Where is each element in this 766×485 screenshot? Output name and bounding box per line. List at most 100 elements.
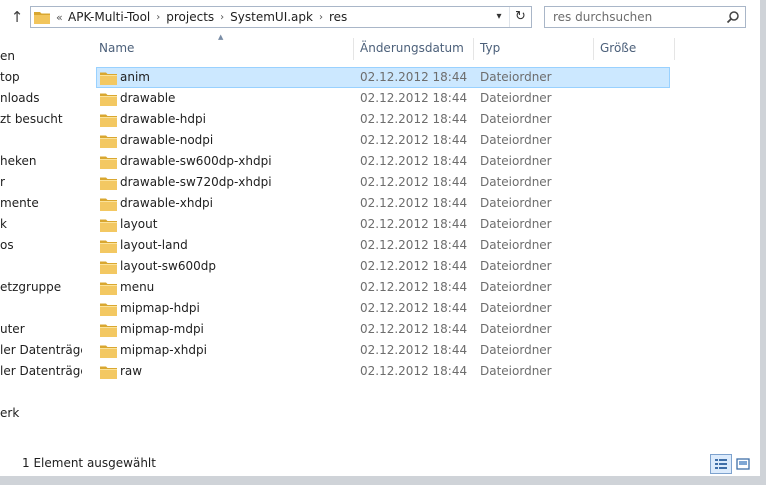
file-type: Dateiordner xyxy=(480,364,552,378)
file-date: 02.12.2012 18:44 xyxy=(360,154,468,168)
folder-icon xyxy=(100,239,117,253)
nav-item-local-disk-2[interactable]: ler Datenträger xyxy=(0,361,82,381)
chevron-down-icon[interactable]: ▾ xyxy=(489,7,509,27)
file-date: 02.12.2012 18:44 xyxy=(360,217,468,231)
search-input[interactable] xyxy=(545,7,723,27)
file-type: Dateiordner xyxy=(480,259,552,273)
file-row[interactable]: drawable-hdpi 02.12.2012 18:44 Dateiordner xyxy=(96,109,670,130)
file-row[interactable]: mipmap-mdpi 02.12.2012 18:44 Dateiordner xyxy=(96,319,670,340)
file-date: 02.12.2012 18:44 xyxy=(360,196,468,210)
overflow-chevron-icon[interactable]: « xyxy=(56,11,68,24)
folder-icon xyxy=(100,323,117,337)
file-name: drawable-nodpi xyxy=(120,133,214,147)
file-list: ▲ Name Änderungsdatum Typ Größe anim 02.1… xyxy=(82,33,760,452)
window-border xyxy=(760,0,766,485)
file-date: 02.12.2012 18:44 xyxy=(360,280,468,294)
folder-icon xyxy=(100,302,117,316)
file-row[interactable]: layout 02.12.2012 18:44 Dateiordner xyxy=(96,214,670,235)
column-header-date[interactable]: Änderungsdatum xyxy=(354,34,473,62)
file-name: mipmap-mdpi xyxy=(120,322,204,336)
file-type: Dateiordner xyxy=(480,175,552,189)
file-type: Dateiordner xyxy=(480,238,552,252)
file-type: Dateiordner xyxy=(480,322,552,336)
nav-item-music[interactable]: k xyxy=(0,214,7,234)
file-row[interactable]: mipmap-xhdpi 02.12.2012 18:44 Dateiordner xyxy=(96,340,670,361)
file-row[interactable]: drawable-sw720dp-xhdpi 02.12.2012 18:44 Da… xyxy=(96,172,670,193)
folder-icon xyxy=(100,344,117,358)
column-header-type[interactable]: Typ xyxy=(474,34,593,62)
file-type: Dateiordner xyxy=(480,112,552,126)
file-row[interactable]: drawable-nodpi 02.12.2012 18:44 Dateiordne… xyxy=(96,130,670,151)
navigation-pane: en top nloads zt besucht heken r mente k… xyxy=(0,34,82,452)
file-row[interactable]: layout-land 02.12.2012 18:44 Dateiordner xyxy=(96,235,670,256)
chevron-right-icon[interactable]: › xyxy=(319,12,323,23)
file-type: Dateiordner xyxy=(480,196,552,210)
status-text: 1 Element ausgewählt xyxy=(22,456,156,470)
file-name: drawable-xhdpi xyxy=(120,196,214,210)
nav-item-pictures[interactable]: r xyxy=(0,172,5,192)
breadcrumb-projects[interactable]: projects xyxy=(166,10,214,24)
nav-item-local-disk-1[interactable]: ler Datenträger xyxy=(0,340,82,360)
file-row[interactable]: menu 02.12.2012 18:44 Dateiordner xyxy=(96,277,670,298)
address-bar[interactable]: « APK-Multi-Tool › projects › SystemUI.a… xyxy=(30,6,532,28)
file-name: layout xyxy=(120,217,158,231)
file-type: Dateiordner xyxy=(480,91,552,105)
file-row[interactable]: drawable-sw600dp-xhdpi 02.12.2012 18:44 Da… xyxy=(96,151,670,172)
file-date: 02.12.2012 18:44 xyxy=(360,112,468,126)
search-icon[interactable] xyxy=(726,10,740,24)
file-row[interactable]: layout-sw600dp 02.12.2012 18:44 Dateiordne… xyxy=(96,256,670,277)
breadcrumb-systemui-apk[interactable]: SystemUI.apk xyxy=(230,10,313,24)
folder-icon xyxy=(100,176,117,190)
file-row[interactable]: raw 02.12.2012 18:44 Dateiordner xyxy=(96,361,670,382)
nav-item-downloads[interactable]: nloads xyxy=(0,88,40,108)
file-row[interactable]: drawable 02.12.2012 18:44 Dateiordner xyxy=(96,88,670,109)
file-date: 02.12.2012 18:44 xyxy=(360,322,468,336)
file-name: drawable-sw600dp-xhdpi xyxy=(120,154,272,168)
file-type: Dateiordner xyxy=(480,133,552,147)
folder-icon xyxy=(100,365,117,379)
file-date: 02.12.2012 18:44 xyxy=(360,343,468,357)
file-type: Dateiordner xyxy=(480,70,552,84)
file-name: drawable xyxy=(120,91,176,105)
nav-item-recent[interactable]: zt besucht xyxy=(0,109,63,129)
breadcrumb-apk-multi-tool[interactable]: APK-Multi-Tool xyxy=(68,10,150,24)
file-date: 02.12.2012 18:44 xyxy=(360,259,468,273)
file-type: Dateiordner xyxy=(480,301,552,315)
nav-item-favorites[interactable]: en xyxy=(0,46,15,66)
nav-item-documents[interactable]: mente xyxy=(0,193,39,213)
chevron-right-icon[interactable]: › xyxy=(220,12,224,23)
folder-icon xyxy=(100,260,117,274)
file-row[interactable]: drawable-xhdpi 02.12.2012 18:44 Dateiordne… xyxy=(96,193,670,214)
file-name: anim xyxy=(120,70,150,84)
nav-item-computer[interactable]: uter xyxy=(0,319,25,339)
file-type: Dateiordner xyxy=(480,217,552,231)
file-date: 02.12.2012 18:44 xyxy=(360,301,468,315)
up-arrow-icon[interactable]: ↑ xyxy=(8,7,26,27)
chevron-right-icon[interactable]: › xyxy=(156,12,160,23)
breadcrumb-res[interactable]: res xyxy=(329,10,347,24)
file-type: Dateiordner xyxy=(480,280,552,294)
nav-item-network[interactable]: erk xyxy=(0,403,19,423)
details-view-icon[interactable] xyxy=(710,454,732,474)
nav-item-homegroup[interactable]: etzgruppe xyxy=(0,277,61,297)
file-row[interactable]: anim 02.12.2012 18:44 Dateiordner xyxy=(96,67,670,88)
column-header-size[interactable]: Größe xyxy=(594,34,674,62)
column-header-name[interactable]: Name xyxy=(93,34,353,62)
folder-icon xyxy=(34,10,50,24)
search-box[interactable] xyxy=(544,6,746,28)
file-type: Dateiordner xyxy=(480,343,552,357)
column-divider[interactable] xyxy=(674,38,675,60)
file-name: drawable-hdpi xyxy=(120,112,206,126)
nav-item-videos[interactable]: os xyxy=(0,235,14,255)
window-border xyxy=(0,476,766,485)
status-bar: 1 Element ausgewählt xyxy=(0,452,760,476)
nav-item-libraries[interactable]: heken xyxy=(0,151,37,171)
file-row[interactable]: mipmap-hdpi 02.12.2012 18:44 Dateiordner xyxy=(96,298,670,319)
nav-item-desktop[interactable]: top xyxy=(0,67,20,87)
refresh-icon[interactable]: ↻ xyxy=(509,7,531,27)
large-icons-view-icon[interactable] xyxy=(732,454,754,474)
file-date: 02.12.2012 18:44 xyxy=(360,70,468,84)
file-name: mipmap-hdpi xyxy=(120,301,200,315)
file-name: menu xyxy=(120,280,155,294)
address-row: ↑ « APK-Multi-Tool › projects › SystemUI… xyxy=(0,0,760,34)
